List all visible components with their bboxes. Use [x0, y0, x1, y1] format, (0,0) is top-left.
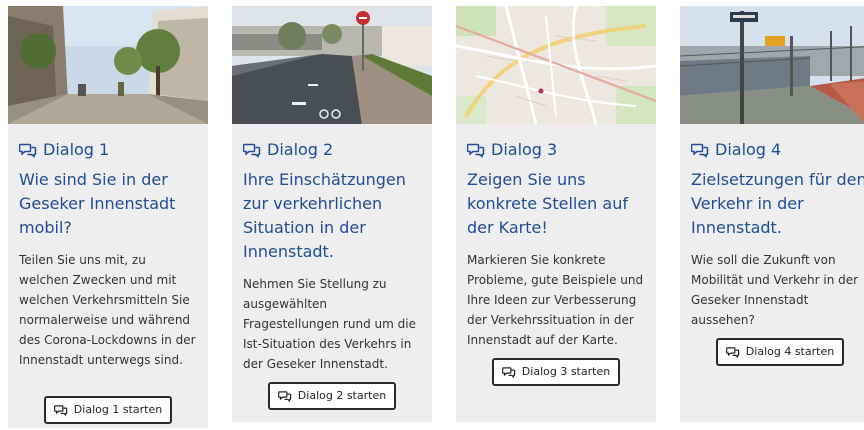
card-title: Ihre Einschätzungen zur verkehrlichen Si… [243, 170, 406, 261]
dialog-label: Dialog 3 [491, 140, 558, 159]
dialog-card-2: Dialog 2 Ihre Einschätzungen zur verkehr… [232, 6, 432, 422]
chat-bubbles-icon [467, 143, 485, 158]
start-dialog-3-button[interactable]: Dialog 3 starten [491, 358, 621, 386]
start-dialog-2-button[interactable]: Dialog 2 starten [267, 382, 397, 410]
dialog-card-1: Dialog 1 Wie sind Sie in der Geseker Inn… [8, 6, 208, 428]
dialog-heading: Dialog 4 [691, 139, 864, 161]
card-description: Nehmen Sie Stellung zu ausgewählten Frag… [243, 277, 416, 371]
card-description: Teilen Sie uns mit, zu welchen Zwecken u… [19, 253, 196, 367]
dialog-card-3: Dialog 3 Zeigen Sie uns konkrete Stellen… [456, 6, 656, 422]
card-image-bike-lane [232, 6, 432, 124]
card-description: Wie soll die Zukunft von Mobilität und V… [691, 253, 859, 327]
button-label: Dialog 3 starten [521, 365, 611, 378]
button-label: Dialog 4 starten [745, 345, 835, 358]
dialog-label: Dialog 1 [43, 140, 110, 159]
chat-bubbles-icon [725, 347, 740, 358]
start-dialog-1-button[interactable]: Dialog 1 starten [43, 396, 173, 424]
card-description: Markieren Sie konkrete Probleme, gute Be… [467, 253, 644, 347]
chat-bubbles-icon [501, 367, 516, 378]
dialog-heading: Dialog 3 [467, 139, 645, 161]
card-title: Wie sind Sie in der Geseker Innenstadt m… [19, 170, 176, 237]
chat-bubbles-icon [243, 143, 261, 158]
card-image-map [456, 6, 656, 124]
button-label: Dialog 1 starten [73, 403, 163, 416]
chat-bubbles-icon [691, 143, 709, 158]
dialog-heading: Dialog 2 [243, 139, 421, 161]
card-title: Zeigen Sie uns konkrete Stellen auf der … [467, 170, 628, 237]
card-image-street [8, 6, 208, 124]
button-label: Dialog 2 starten [297, 389, 387, 402]
dialog-heading: Dialog 1 [19, 139, 197, 161]
card-image-train-station [680, 6, 864, 124]
start-dialog-4-button[interactable]: Dialog 4 starten [715, 338, 845, 366]
chat-bubbles-icon [277, 391, 292, 402]
dialog-card-4: Dialog 4 Zielsetzungen für den Verkehr i… [680, 6, 864, 422]
chat-bubbles-icon [53, 405, 68, 416]
chat-bubbles-icon [19, 143, 37, 158]
dialog-label: Dialog 4 [715, 140, 782, 159]
dialog-label: Dialog 2 [267, 140, 334, 159]
card-title: Zielsetzungen für den Verkehr in der Inn… [691, 170, 864, 237]
